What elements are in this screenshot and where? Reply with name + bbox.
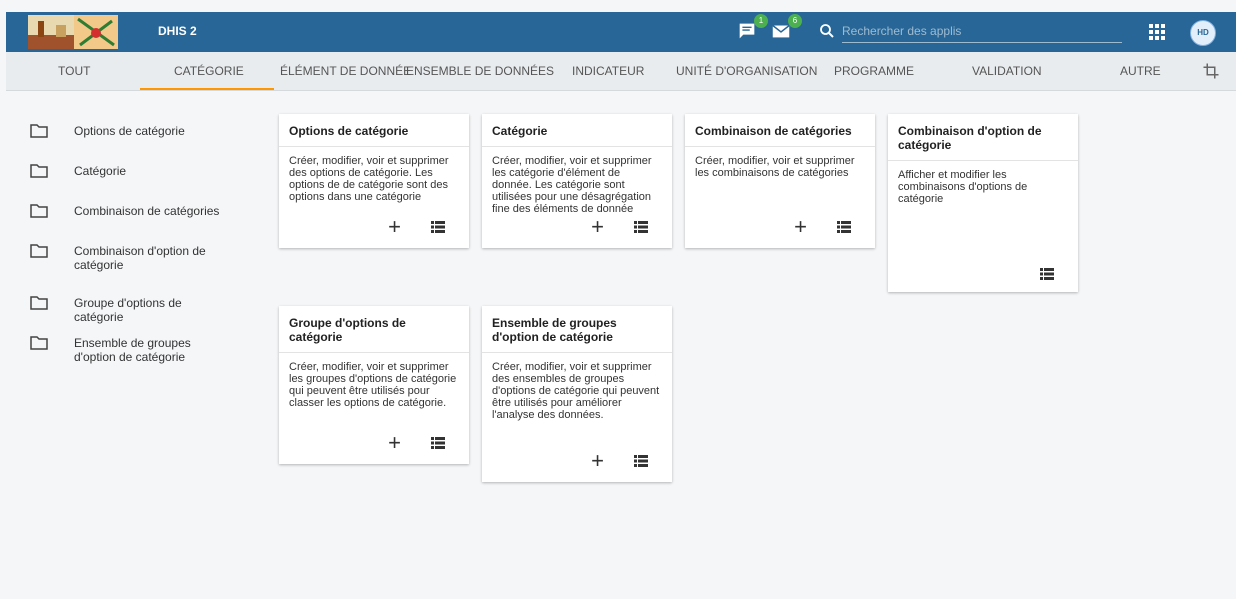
card-description: Créer, modifier, voir et supprimer les c… <box>492 155 652 215</box>
messages-badge: 1 <box>754 14 768 28</box>
sidebar-item-label: Ensemble de groupes d'option de catégori… <box>74 336 191 364</box>
add-button[interactable]: + <box>591 450 604 472</box>
folder-icon <box>30 296 48 310</box>
add-button[interactable]: + <box>388 432 401 454</box>
list-icon[interactable] <box>431 437 445 449</box>
card-categorie: Catégorie Créer, modifier, voir et suppr… <box>482 114 672 248</box>
card-title: Options de catégorie <box>279 114 469 147</box>
tab-element-de-donnee[interactable]: ÉLÉMENT DE DONNÉE <box>280 52 411 90</box>
list-icon[interactable] <box>634 455 648 467</box>
folder-icon <box>30 204 48 218</box>
dhis2-logo[interactable] <box>28 15 118 49</box>
card-ensemble-groupes-option-de-categorie: Ensemble de groupes d'option de catégori… <box>482 306 672 482</box>
folder-icon <box>30 336 48 350</box>
card-description: Créer, modifier, voir et supprimer les c… <box>695 155 855 179</box>
tab-ensemble-de-donnees[interactable]: ENSEMBLE DE DONNÉES <box>406 52 554 90</box>
list-icon[interactable] <box>634 221 648 233</box>
top-header-bar: DHIS 2 1 6 HD <box>6 12 1236 52</box>
card-title: Groupe d'options de catégorie <box>279 306 469 353</box>
tab-autre[interactable]: AUTRE <box>1120 52 1161 90</box>
sidebar-item-combinaison-de-categories[interactable]: Combinaison de catégories <box>30 204 219 218</box>
card-title: Ensemble de groupes d'option de catégori… <box>482 306 672 353</box>
card-title: Combinaison d'option de catégorie <box>888 114 1078 161</box>
card-combinaison-de-categories: Combinaison de catégories Créer, modifie… <box>685 114 875 248</box>
tab-programme[interactable]: PROGRAMME <box>834 52 914 90</box>
list-icon[interactable] <box>837 221 851 233</box>
sidebar-item-label: Groupe d'options de catégorie <box>74 296 182 324</box>
sidebar-item-label: Combinaison de catégories <box>74 204 220 218</box>
list-icon[interactable] <box>1040 268 1054 280</box>
tab-indicateur[interactable]: INDICATEUR <box>572 52 644 90</box>
sidebar-item-options-de-categorie[interactable]: Options de catégorie <box>30 124 185 138</box>
search-input[interactable] <box>842 20 1122 43</box>
sidebar-item-combinaison-option-de-categorie[interactable]: Combinaison d'option de catégorie <box>30 244 206 272</box>
list-icon[interactable] <box>431 221 445 233</box>
card-description: Créer, modifier, voir et supprimer des o… <box>289 155 449 203</box>
mail-badge: 6 <box>788 14 802 28</box>
app-title: DHIS 2 <box>158 24 197 38</box>
card-title: Catégorie <box>482 114 672 147</box>
card-options-de-categorie: Options de catégorie Créer, modifier, vo… <box>279 114 469 248</box>
sidebar-item-groupe-options-de-categorie[interactable]: Groupe d'options de catégorie <box>30 296 182 324</box>
card-description: Créer, modifier, voir et supprimer des e… <box>492 361 660 421</box>
card-description: Créer, modifier, voir et supprimer les g… <box>289 361 457 409</box>
add-button[interactable]: + <box>591 216 604 238</box>
crop-icon[interactable] <box>1202 62 1220 80</box>
search-icon[interactable] <box>818 22 836 40</box>
folder-icon <box>30 244 48 258</box>
section-tab-bar: TOUT CATÉGORIE ÉLÉMENT DE DONNÉE ENSEMBL… <box>6 52 1236 91</box>
sidebar-item-categorie[interactable]: Catégorie <box>30 164 126 178</box>
sidebar-item-label: Options de catégorie <box>74 124 185 138</box>
card-title: Combinaison de catégories <box>685 114 875 147</box>
tab-unite-organisation[interactable]: UNITÉ D'ORGANISATION <box>676 52 817 90</box>
active-tab-indicator <box>140 88 274 90</box>
card-description: Afficher et modifier les combinaisons d'… <box>898 169 1028 205</box>
folder-icon <box>30 164 48 178</box>
folder-icon <box>30 124 48 138</box>
tab-categorie[interactable]: CATÉGORIE <box>174 52 244 90</box>
apps-grid-icon[interactable] <box>1149 24 1165 40</box>
messages-icon[interactable]: 1 <box>736 14 768 44</box>
user-avatar[interactable]: HD <box>1190 20 1216 46</box>
sidebar-item-ensemble-groupes-option-de-categorie[interactable]: Ensemble de groupes d'option de catégori… <box>30 336 191 364</box>
card-groupe-options-de-categorie: Groupe d'options de catégorie Créer, mod… <box>279 306 469 464</box>
mail-icon[interactable]: 6 <box>770 14 802 44</box>
add-button[interactable]: + <box>388 216 401 238</box>
card-combinaison-option-de-categorie: Combinaison d'option de catégorie Affich… <box>888 114 1078 292</box>
sidebar-item-label: Catégorie <box>74 164 127 178</box>
tab-validation[interactable]: VALIDATION <box>972 52 1042 90</box>
app-search <box>818 20 1128 44</box>
add-button[interactable]: + <box>794 216 807 238</box>
tab-tout[interactable]: TOUT <box>58 52 90 90</box>
sidebar-item-label: Combinaison d'option de catégorie <box>74 244 206 272</box>
